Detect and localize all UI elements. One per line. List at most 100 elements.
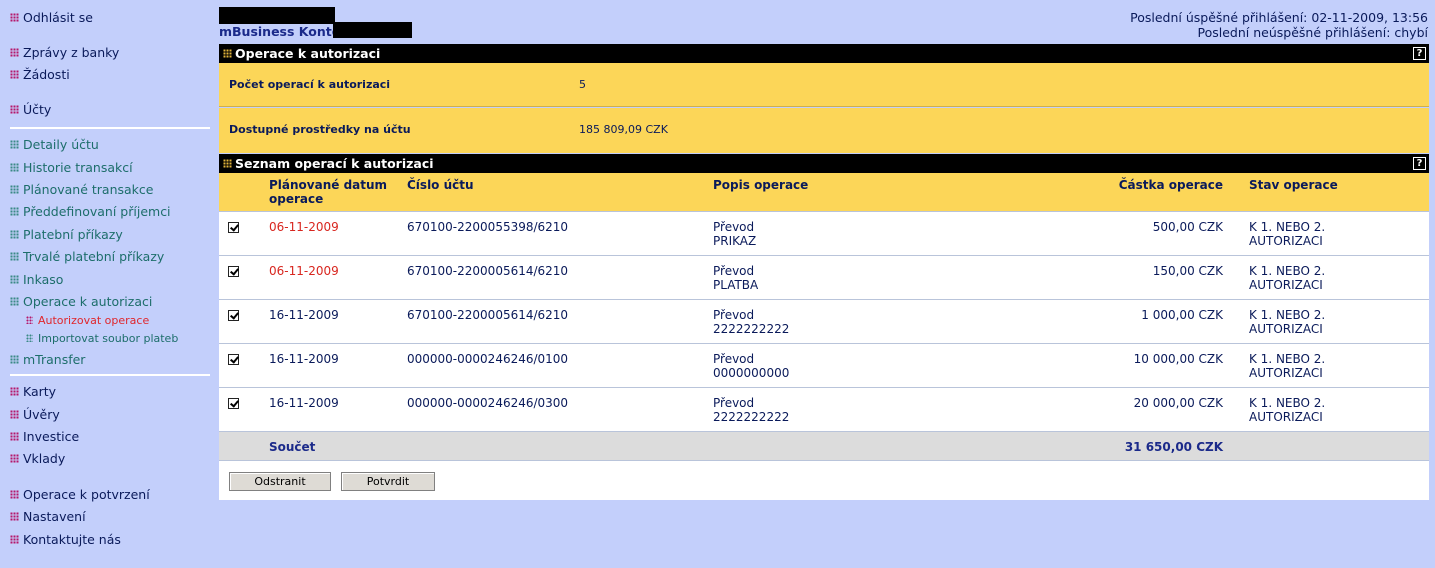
help-icon[interactable]: ? bbox=[1413, 47, 1426, 60]
confirm-button[interactable]: Potvrdit bbox=[341, 472, 435, 491]
grid-icon bbox=[10, 454, 19, 463]
summary-count-row: Počet operací k autorizaci 5 bbox=[219, 63, 1429, 107]
nav-accounts[interactable]: Účty bbox=[10, 102, 51, 118]
grid-icon bbox=[10, 512, 19, 521]
nav-investments[interactable]: Investice bbox=[10, 429, 79, 445]
summary-funds-row: Dostupné prostředky na účtu 185 809,09 C… bbox=[219, 108, 1429, 153]
nav-payment-orders[interactable]: Platební příkazy bbox=[10, 227, 123, 243]
nav-operations-to-confirm[interactable]: Operace k potvrzení bbox=[10, 487, 150, 503]
divider bbox=[10, 374, 210, 376]
row-date: 16-11-2009 bbox=[269, 308, 339, 322]
row-checkbox[interactable] bbox=[228, 222, 239, 233]
table-header: Plánované datum operace Číslo účtu Popis … bbox=[219, 173, 1429, 212]
summary-section-header: Operace k autorizaci ? bbox=[219, 44, 1429, 63]
grid-icon bbox=[223, 49, 232, 58]
table-row: 06-11-2009 670100-2200055398/6210 Převod… bbox=[219, 212, 1429, 256]
divider bbox=[10, 127, 210, 129]
row-checkbox[interactable] bbox=[228, 354, 239, 365]
row-account: 670100-2200005614/6210 bbox=[407, 308, 569, 322]
help-icon[interactable]: ? bbox=[1413, 157, 1426, 170]
logout-link[interactable]: Odhlásit se bbox=[10, 10, 93, 26]
row-checkbox[interactable] bbox=[228, 398, 239, 409]
row-amount: 500,00 CZK bbox=[1152, 220, 1223, 234]
remove-button[interactable]: Odstranit bbox=[229, 472, 331, 491]
nav-standing-orders[interactable]: Trvalé platební příkazy bbox=[10, 249, 164, 265]
funds-value: 185 809,09 CZK bbox=[579, 123, 668, 136]
total-label: Součet bbox=[269, 440, 316, 454]
row-status: K 1. NEBO 2. AUTORIZACI bbox=[1249, 396, 1326, 424]
nav-account-details[interactable]: Detaily účtu bbox=[10, 137, 99, 153]
login-info: Poslední úspěšné přihlášení: 02-11-2009,… bbox=[1130, 10, 1428, 40]
grid-icon bbox=[10, 70, 19, 79]
grid-icon bbox=[223, 159, 232, 168]
row-checkbox[interactable] bbox=[228, 266, 239, 277]
dots-icon bbox=[26, 334, 33, 342]
grid-icon bbox=[10, 207, 19, 216]
grid-icon bbox=[10, 230, 19, 239]
total-row: Součet 31 650,00 CZK bbox=[219, 432, 1429, 461]
grid-icon bbox=[10, 490, 19, 499]
col-status: Stav operace bbox=[1249, 178, 1338, 192]
last-failed-login: Poslední neúspěšné přihlášení: chybí bbox=[1197, 25, 1428, 40]
product-name: mBusiness Konto bbox=[219, 24, 341, 39]
nav-operations-to-authorize[interactable]: Operace k autorizaci bbox=[10, 294, 152, 310]
col-account: Číslo účtu bbox=[407, 178, 474, 192]
row-description: Převod PRIKAZ bbox=[713, 220, 757, 248]
row-description: Převod 2222222222 bbox=[713, 396, 790, 424]
count-label: Počet operací k autorizaci bbox=[229, 78, 391, 91]
grid-icon bbox=[10, 140, 19, 149]
grid-icon bbox=[10, 432, 19, 441]
nav-requests[interactable]: Žádosti bbox=[10, 67, 70, 83]
col-description: Popis operace bbox=[713, 178, 809, 192]
row-date: 06-11-2009 bbox=[269, 264, 339, 278]
grid-icon bbox=[10, 535, 19, 544]
nav-import-payment-file[interactable]: Importovat soubor plateb bbox=[26, 332, 178, 346]
row-status: K 1. NEBO 2. AUTORIZACI bbox=[1249, 220, 1326, 248]
grid-icon bbox=[10, 163, 19, 172]
funds-label: Dostupné prostředky na účtu bbox=[229, 123, 411, 136]
grid-icon bbox=[10, 48, 19, 57]
row-status: K 1. NEBO 2. AUTORIZACI bbox=[1249, 352, 1326, 380]
nav-predefined-payees[interactable]: Předdefinovaní příjemci bbox=[10, 204, 171, 220]
table-row: 06-11-2009 670100-2200005614/6210 Převod… bbox=[219, 256, 1429, 300]
nav-authorize-operations[interactable]: Autorizovat operace bbox=[26, 314, 149, 328]
col-amount: Částka operace bbox=[1118, 178, 1223, 192]
row-account: 000000-0000246246/0300 bbox=[407, 396, 569, 410]
total-value: 31 650,00 CZK bbox=[1124, 440, 1223, 454]
table-row: 16-11-2009 000000-0000246246/0300 Převod… bbox=[219, 388, 1429, 432]
redacted-company-name bbox=[219, 7, 335, 24]
table-row: 16-11-2009 670100-2200005614/6210 Převod… bbox=[219, 300, 1429, 344]
grid-icon bbox=[10, 355, 19, 364]
row-date: 06-11-2009 bbox=[269, 220, 339, 234]
nav-contact-us[interactable]: Kontaktujte nás bbox=[10, 532, 121, 548]
row-account: 000000-0000246246/0100 bbox=[407, 352, 569, 366]
grid-icon bbox=[10, 275, 19, 284]
nav-cards[interactable]: Karty bbox=[10, 384, 56, 400]
row-account: 670100-2200005614/6210 bbox=[407, 264, 569, 278]
grid-icon bbox=[10, 387, 19, 396]
row-amount: 1 000,00 CZK bbox=[1141, 308, 1223, 322]
row-date: 16-11-2009 bbox=[269, 352, 339, 366]
grid-icon bbox=[10, 297, 19, 306]
row-description: Převod 2222222222 bbox=[713, 308, 790, 336]
nav-mtransfer[interactable]: mTransfer bbox=[10, 352, 85, 368]
nav-transaction-history[interactable]: Historie transakcí bbox=[10, 160, 133, 176]
nav-direct-debit[interactable]: Inkaso bbox=[10, 272, 63, 288]
list-section-header: Seznam operací k autorizaci ? bbox=[219, 154, 1429, 173]
dots-icon bbox=[26, 316, 33, 324]
table-row: 16-11-2009 000000-0000246246/0100 Převod… bbox=[219, 344, 1429, 388]
nav-deposits[interactable]: Vklady bbox=[10, 451, 65, 467]
nav-planned-transactions[interactable]: Plánované transakce bbox=[10, 182, 153, 198]
row-amount: 150,00 CZK bbox=[1152, 264, 1223, 278]
nav-settings[interactable]: Nastavení bbox=[10, 509, 86, 525]
last-success-login: Poslední úspěšné přihlášení: 02-11-2009,… bbox=[1130, 10, 1428, 25]
col-date: Plánované datum operace bbox=[269, 178, 388, 206]
grid-icon bbox=[10, 410, 19, 419]
row-checkbox[interactable] bbox=[228, 310, 239, 321]
row-description: Převod PLATBA bbox=[713, 264, 759, 292]
grid-icon bbox=[10, 13, 19, 22]
nav-loans[interactable]: Úvěry bbox=[10, 407, 60, 423]
nav-bank-messages[interactable]: Zprávy z banky bbox=[10, 45, 119, 61]
redacted-account-number bbox=[333, 22, 412, 38]
row-amount: 20 000,00 CZK bbox=[1133, 396, 1223, 410]
